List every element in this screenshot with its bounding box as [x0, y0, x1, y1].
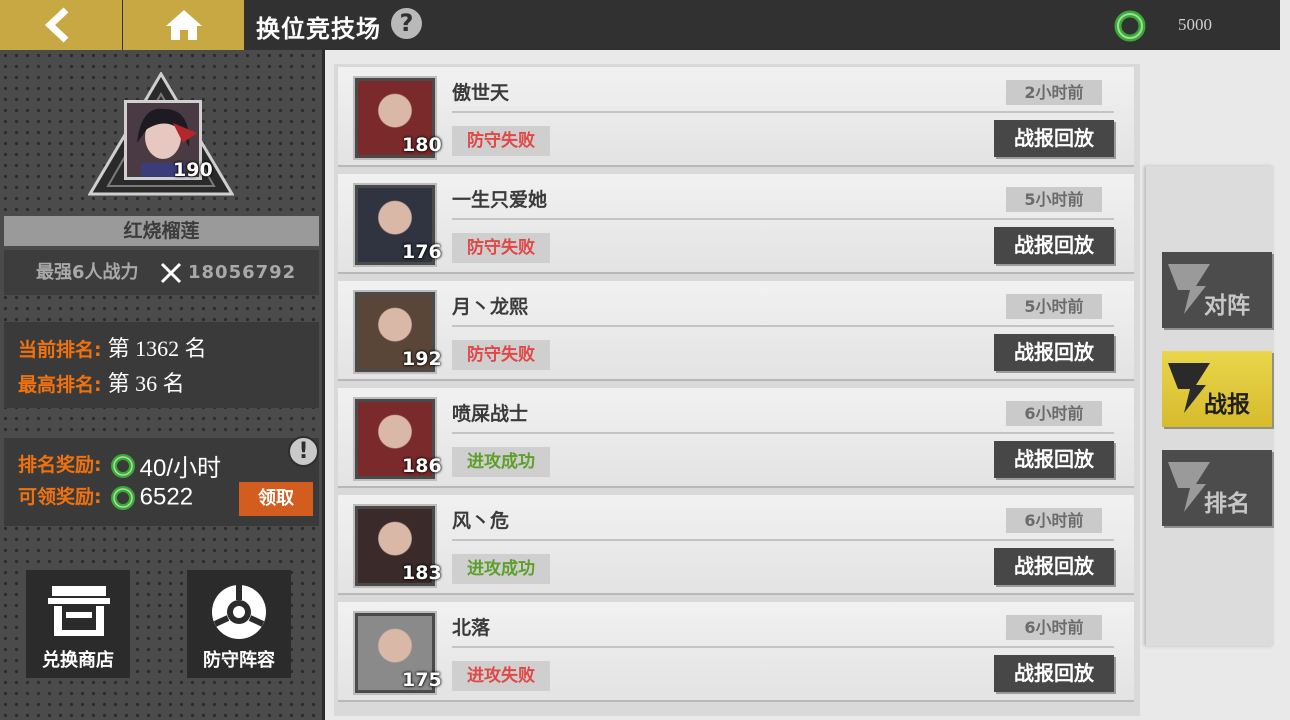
- replay-button[interactable]: 战报回放: [994, 227, 1114, 264]
- player-level: 190: [173, 159, 213, 181]
- opponent-name: 月丶龙熙: [452, 296, 529, 318]
- exchange-shop-label: 兑换商店: [42, 650, 114, 671]
- record-row: 175 北落 6小时前 进攻失败 战报回放: [338, 602, 1134, 702]
- defense-lineup-button[interactable]: 防守阵容: [187, 570, 291, 678]
- record-time: 5小时前: [1006, 187, 1102, 212]
- record-time: 5小时前: [1006, 294, 1102, 319]
- tab-matchup[interactable]: 对阵: [1162, 252, 1272, 328]
- reward-box: 排名奖励: 40/小时 可领奖励: 6522 领取: [4, 438, 319, 526]
- rank-reward-label: 排名奖励:: [18, 454, 102, 476]
- current-rank-label: 当前排名:: [18, 339, 102, 361]
- opponent-level: 186: [402, 455, 442, 477]
- opponent-level: 183: [402, 562, 442, 584]
- result-badge: 进攻成功: [452, 554, 550, 584]
- best-rank-value: 第 36 名: [107, 371, 185, 396]
- jade-ring-icon: [110, 453, 135, 478]
- tab-label: 战报: [1204, 392, 1250, 418]
- divider: [452, 646, 1114, 648]
- jade-ring-icon: [110, 485, 135, 510]
- replay-button[interactable]: 战报回放: [994, 655, 1114, 692]
- back-arrow-icon: [44, 7, 69, 43]
- home-button[interactable]: [123, 0, 244, 50]
- replay-button[interactable]: 战报回放: [994, 441, 1114, 478]
- record-time: 6小时前: [1006, 508, 1102, 533]
- divider: [452, 539, 1114, 541]
- record-row: 186 喷屎战士 6小时前 进攻成功 战报回放: [338, 388, 1134, 488]
- back-button[interactable]: [0, 0, 122, 50]
- tab-label: 排名: [1204, 491, 1250, 517]
- opponent-level: 192: [402, 348, 442, 370]
- divider: [452, 432, 1114, 434]
- tab-battle-report[interactable]: 战报: [1162, 351, 1272, 427]
- player-name: 红烧榴莲: [4, 216, 319, 246]
- jade-ring-icon: [1114, 10, 1146, 42]
- crossed-swords-icon: [160, 262, 182, 284]
- opponent-name: 傲世天: [452, 82, 510, 104]
- tab-label: 对阵: [1204, 293, 1250, 319]
- result-badge: 防守失败: [452, 126, 550, 156]
- result-badge: 防守失败: [452, 233, 550, 263]
- claimable-value: 6522: [139, 483, 194, 511]
- currency-amount: 5000: [1178, 15, 1212, 34]
- exchange-shop-button[interactable]: 兑换商店: [26, 570, 130, 678]
- opponent-name: 一生只爱她: [452, 189, 548, 211]
- power-label: 最强6人战力: [36, 262, 139, 283]
- opponent-name: 风丶危: [452, 510, 510, 532]
- result-badge: 防守失败: [452, 340, 550, 370]
- result-badge: 进攻失败: [452, 661, 550, 691]
- record-row: 176 一生只爱她 5小时前 防守失败 战报回放: [338, 174, 1134, 274]
- side-tab-panel: 对阵 战报 排名: [1146, 166, 1274, 646]
- best-rank: 最高排名: 第 36 名: [18, 366, 185, 398]
- record-time: 6小时前: [1006, 401, 1102, 426]
- top-bar: 换位竞技场 ? 5000: [0, 0, 1280, 50]
- current-rank-value: 第 1362 名: [107, 336, 207, 361]
- replay-button[interactable]: 战报回放: [994, 548, 1114, 585]
- opponent-level: 175: [402, 669, 442, 691]
- page-title: 换位竞技场: [256, 15, 381, 43]
- defense-lineup-label: 防守阵容: [203, 650, 275, 671]
- opponent-name: 北落: [452, 617, 491, 639]
- replay-button[interactable]: 战报回放: [994, 334, 1114, 371]
- opponent-level: 180: [402, 134, 442, 156]
- record-row: 180 傲世天 2小时前 防守失败 战报回放: [338, 67, 1134, 167]
- current-rank: 当前排名: 第 1362 名: [18, 331, 207, 363]
- tab-ranking[interactable]: 排名: [1162, 450, 1272, 526]
- help-icon[interactable]: ?: [391, 8, 422, 39]
- replay-button[interactable]: 战报回放: [994, 120, 1114, 157]
- power-row: 最强6人战力 18056792: [4, 250, 319, 295]
- divider: [452, 111, 1114, 113]
- divider: [452, 218, 1114, 220]
- divider: [452, 325, 1114, 327]
- claim-button[interactable]: 领取: [239, 482, 313, 516]
- rank-reward-value: 40/小时: [139, 455, 222, 482]
- power-value: 18056792: [188, 262, 297, 283]
- rank-reward: 排名奖励: 40/小时: [18, 448, 221, 483]
- home-icon: [166, 10, 202, 40]
- exclamation-icon[interactable]: !: [288, 436, 319, 467]
- record-row: 183 风丶危 6小时前 进攻成功 战报回放: [338, 495, 1134, 595]
- record-time: 6小时前: [1006, 615, 1102, 640]
- rank-box: 当前排名: 第 1362 名 最高排名: 第 36 名: [4, 322, 319, 408]
- defense-shield-icon: [212, 585, 266, 639]
- claimable-reward: 可领奖励: 6522: [18, 482, 193, 512]
- best-rank-label: 最高排名:: [18, 374, 102, 396]
- record-time: 2小时前: [1006, 80, 1102, 105]
- record-row: 192 月丶龙熙 5小时前 防守失败 战报回放: [338, 281, 1134, 381]
- battle-record-list: 180 傲世天 2小时前 防守失败 战报回放 176 一生只爱她 5小时前 防守…: [334, 64, 1140, 716]
- result-badge: 进攻成功: [452, 447, 550, 477]
- claimable-label: 可领奖励:: [18, 486, 102, 508]
- shop-icon: [48, 586, 110, 636]
- opponent-level: 176: [402, 241, 442, 263]
- opponent-name: 喷屎战士: [452, 403, 529, 425]
